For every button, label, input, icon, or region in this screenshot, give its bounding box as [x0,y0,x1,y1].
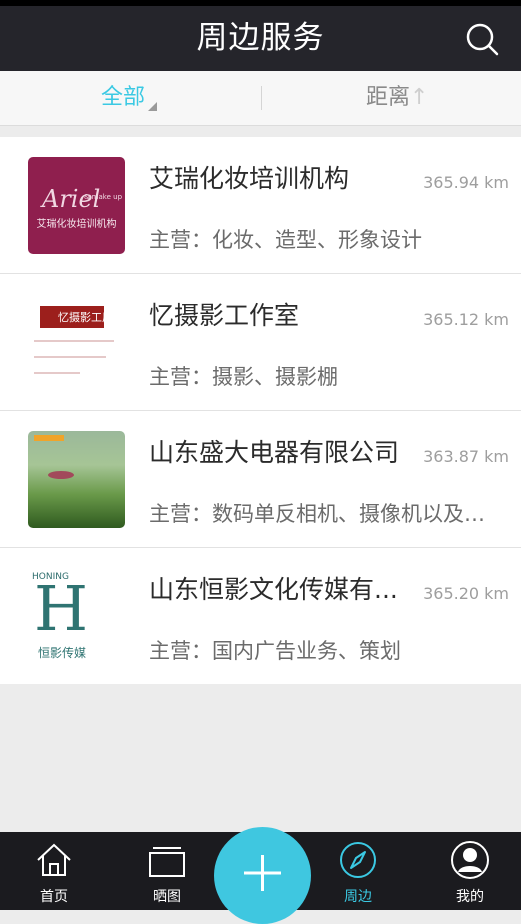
item-name: 忆摄影工作室 [149,301,300,330]
tab-home[interactable]: 首页 [14,832,94,910]
search-icon[interactable] [465,22,499,56]
service-list: Ariel & make up 艾瑞化妆培训机构 艾瑞化妆培训机构 365.94… [0,137,521,684]
list-item[interactable]: Ariel & make up 艾瑞化妆培训机构 艾瑞化妆培训机构 365.94… [0,137,521,274]
gallery-icon [149,847,185,877]
photo-bird [48,471,74,479]
sort-arrow-icon: ↑ [410,85,429,110]
logo-letter: H [34,572,89,645]
tab-nearby[interactable]: 周边 [318,832,398,910]
tab-gallery[interactable]: 晒图 [127,832,207,910]
filter-distance-label: 距离 [366,85,411,110]
filter-divider [261,86,262,110]
item-name: 山东恒影文化传媒有... [149,575,398,604]
tab-profile[interactable]: 我的 [430,832,510,910]
item-description: 主营：摄影、摄影棚 [149,365,338,389]
item-description: 主营：国内广告业务、策划 [149,639,401,663]
item-distance: 365.20 km [423,584,509,603]
item-distance: 363.87 km [423,447,509,466]
item-logo: 忆摄影工厂 [28,294,125,391]
list-item[interactable]: 山东盛大电器有限公司 363.87 km 主营：数码单反相机、摄像机以及… [0,411,521,548]
logo-text: 恒影传媒 [38,646,87,660]
logo-caption-line [34,356,106,358]
plus-icon [244,855,281,891]
dropdown-triangle-icon [148,102,158,111]
logo-sub: & make up [84,193,123,201]
tab-gallery-label: 晒图 [153,889,181,905]
logo-caption-line [34,340,114,342]
page-title: 周边服务 [196,20,325,56]
list-item[interactable]: HONING H 恒影传媒 山东恒影文化传媒有... 365.20 km 主营：… [0,548,521,684]
app-header: 周边服务 [0,6,521,71]
logo-caption-line [34,372,80,374]
compass-icon [340,842,376,878]
photo-badge [34,435,64,441]
filter-all-label: 全部 [101,85,146,110]
item-description: 主营：化妆、造型、形象设计 [149,228,422,252]
item-name: 艾瑞化妆培训机构 [149,164,350,193]
item-name: 山东盛大电器有限公司 [149,438,400,467]
filter-distance-tab[interactable]: 距离↑ [366,71,428,125]
filter-bar: 全部 距离↑ [0,71,521,126]
home-icon [37,843,71,876]
item-distance: 365.94 km [423,173,509,192]
tab-profile-label: 我的 [456,889,484,905]
logo-text: 忆摄影工厂 [58,311,113,324]
tab-nearby-label: 周边 [344,889,372,905]
list-item[interactable]: 忆摄影工厂 忆摄影工作室 365.12 km 主营：摄影、摄影棚 [0,274,521,411]
filter-all-tab[interactable]: 全部 [101,71,158,125]
add-post-button[interactable] [214,827,311,924]
profile-icon [451,841,489,879]
tab-home-label: 首页 [40,889,68,905]
logo-text: 艾瑞化妆培训机构 [36,219,117,230]
item-logo: HONING H 恒影传媒 [28,568,125,665]
item-photo [28,431,125,528]
item-logo: Ariel & make up 艾瑞化妆培训机构 [28,157,125,254]
item-description: 主营：数码单反相机、摄像机以及… [149,502,485,526]
item-distance: 365.12 km [423,310,509,329]
